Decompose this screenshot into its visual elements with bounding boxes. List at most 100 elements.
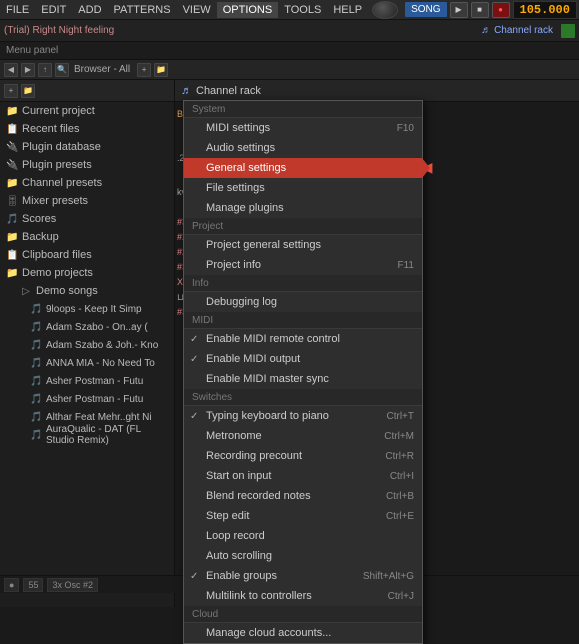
track3-icon: 🎵 (30, 340, 42, 351)
list-icon: 📋 (6, 124, 18, 135)
menu-item-debugging-log[interactable]: Debugging log (184, 292, 422, 312)
channel-rack-icon[interactable] (561, 24, 575, 38)
menu-item-loop-record[interactable]: Loop record (184, 526, 422, 546)
menu-item-enable-groups[interactable]: ✓ Enable groups Shift+Alt+G (184, 566, 422, 586)
sidebar: + 📁 📁 Current project 📋 Recent files 🔌 P… (0, 80, 175, 607)
menu-file[interactable]: FILE (0, 2, 35, 18)
back-btn[interactable]: ◀ (4, 63, 18, 77)
menu-item-typing-keyboard[interactable]: ✓ Typing keyboard to piano Ctrl+T (184, 406, 422, 426)
options-dropdown-menu: System MIDI settings F10 Audio settings … (183, 100, 423, 644)
menu-item-manage-cloud-accounts[interactable]: Manage cloud accounts... (184, 623, 422, 643)
demo-songs-icon: ▷ (20, 286, 32, 297)
track1-icon: 🎵 (30, 304, 42, 315)
add-folder-btn[interactable]: + (137, 63, 151, 77)
track7-icon: 🎵 (30, 412, 42, 423)
menu-item-manage-plugins[interactable]: Manage plugins (184, 198, 422, 218)
menu-options[interactable]: OPTIONS (217, 2, 279, 18)
sidebar-item-plugin-database[interactable]: 🔌 Plugin database (0, 138, 174, 156)
sidebar-folder-btn[interactable]: 📁 (21, 84, 35, 98)
menu-tools[interactable]: TOOLS (278, 2, 327, 18)
menu-section-midi: MIDI (184, 312, 422, 329)
menu-item-project-info[interactable]: Project info F11 (184, 255, 422, 275)
sidebar-item-plugin-presets[interactable]: 🔌 Plugin presets (0, 156, 174, 174)
main-layout: + 📁 📁 Current project 📋 Recent files 🔌 P… (0, 80, 579, 607)
menu-item-general-settings[interactable]: General settings ◄ (184, 158, 422, 178)
track5-icon: 🎵 (30, 376, 42, 387)
channel-icon: 📁 (6, 178, 18, 189)
sidebar-item-demo-projects[interactable]: 📁 Demo projects (0, 264, 174, 282)
folder-icon: 📁 (6, 106, 18, 117)
menu-item-metronome[interactable]: Metronome Ctrl+M (184, 426, 422, 446)
sidebar-item-current-project[interactable]: 📁 Current project (0, 102, 174, 120)
menu-item-multilink[interactable]: Multilink to controllers Ctrl+J (184, 586, 422, 606)
plugin2-icon: 🔌 (6, 160, 18, 171)
menu-item-recording-precount[interactable]: Recording precount Ctrl+R (184, 446, 422, 466)
backup-icon: 📁 (6, 232, 18, 243)
channel-rack-title: Channel rack (196, 85, 261, 97)
menu-add[interactable]: ADD (72, 2, 107, 18)
channel-rack-far: ♬ Channel rack (481, 25, 553, 36)
trial-label: (Trial) Right Night feeling (4, 25, 114, 36)
sidebar-item-adam-szabo1[interactable]: 🎵 Adam Szabo - On..ay ( (0, 318, 174, 336)
menu-item-start-on-input[interactable]: Start on input Ctrl+I (184, 466, 422, 486)
sidebar-add-btn[interactable]: + (4, 84, 18, 98)
menu-patterns[interactable]: PATTERNS (108, 2, 177, 18)
status-count: 55 (23, 578, 43, 592)
forward-btn[interactable]: ▶ (21, 63, 35, 77)
sidebar-item-aura[interactable]: 🎵 AuraQualic - DAT (FL Studio Remix) (0, 426, 174, 444)
sidebar-item-adam-szabo2[interactable]: 🎵 Adam Szabo & Joh.- Kno (0, 336, 174, 354)
menu-item-project-general[interactable]: Project general settings (184, 235, 422, 255)
sidebar-item-asher2[interactable]: 🎵 Asher Postman - Futu (0, 390, 174, 408)
track4-icon: 🎵 (30, 358, 42, 369)
sidebar-item-anna-mia[interactable]: 🎵 ANNA MIA - No Need To (0, 354, 174, 372)
menu-item-step-edit[interactable]: Step edit Ctrl+E (184, 506, 422, 526)
song-mode-btn[interactable]: SONG (405, 2, 446, 17)
menu-section-cloud: Cloud (184, 606, 422, 623)
sidebar-toolbar: + 📁 (0, 80, 174, 102)
sidebar-item-demo-songs[interactable]: ▷ Demo songs (0, 282, 174, 300)
browser-bar: ◀ ▶ ↑ 🔍 Browser - All + 📁 (0, 60, 579, 80)
red-arrow-indicator: ◄ (418, 158, 436, 179)
menu-section-system: System (184, 101, 422, 118)
menu-help[interactable]: HELP (327, 2, 368, 18)
sidebar-item-mixer-presets[interactable]: 🎚 Mixer presets (0, 192, 174, 210)
play-btn[interactable]: ▶ (450, 2, 468, 18)
menu-item-enable-midi-output[interactable]: ✓ Enable MIDI output (184, 349, 422, 369)
sidebar-item-scores[interactable]: 🎵 Scores (0, 210, 174, 228)
folder-btn[interactable]: 📁 (154, 63, 168, 77)
menu-item-blend-recorded[interactable]: Blend recorded notes Ctrl+B (184, 486, 422, 506)
channel-rack-header: ♬ Channel rack (175, 80, 579, 102)
stop-btn[interactable]: ■ (471, 2, 489, 18)
menu-item-file-settings[interactable]: File settings (184, 178, 422, 198)
score-icon: 🎵 (6, 214, 18, 225)
menu-view[interactable]: VIEW (177, 2, 217, 18)
menu-item-audio-settings[interactable]: Audio settings (184, 138, 422, 158)
sidebar-item-recent-files[interactable]: 📋 Recent files (0, 120, 174, 138)
menu-item-enable-midi-master-sync[interactable]: Enable MIDI master sync (184, 369, 422, 389)
panel-label: Menu panel (6, 45, 58, 56)
sidebar-item-clipboard[interactable]: 📋 Clipboard files (0, 246, 174, 264)
menu-section-switches: Switches (184, 389, 422, 406)
sidebar-item-asher1[interactable]: 🎵 Asher Postman - Futu (0, 372, 174, 390)
master-volume-knob[interactable] (372, 1, 398, 19)
check-typing-kb: ✓ (190, 411, 198, 422)
menu-items: FILE EDIT ADD PATTERNS VIEW OPTIONS TOOL… (0, 2, 368, 18)
check-groups: ✓ (190, 571, 198, 582)
up-btn[interactable]: ↑ (38, 63, 52, 77)
check-midi-remote: ✓ (190, 334, 198, 345)
sidebar-item-9loops[interactable]: 🎵 9loops - Keep It Simp (0, 300, 174, 318)
search-icon[interactable]: 🔍 (55, 63, 69, 77)
record-btn[interactable]: ● (492, 2, 510, 18)
menubar: FILE EDIT ADD PATTERNS VIEW OPTIONS TOOL… (0, 0, 579, 20)
demo-folder-icon: 📁 (6, 268, 18, 279)
sidebar-item-channel-presets[interactable]: 📁 Channel presets (0, 174, 174, 192)
status-instrument: 3x Osc #2 (47, 578, 98, 592)
menu-item-midi-settings[interactable]: MIDI settings F10 (184, 118, 422, 138)
tempo-display[interactable]: 105.000 (513, 1, 577, 19)
clipboard-icon: 📋 (6, 250, 18, 261)
sidebar-item-backup[interactable]: 📁 Backup (0, 228, 174, 246)
check-midi-output: ✓ (190, 354, 198, 365)
menu-item-auto-scrolling[interactable]: Auto scrolling (184, 546, 422, 566)
menu-edit[interactable]: EDIT (35, 2, 72, 18)
menu-item-enable-midi-remote[interactable]: ✓ Enable MIDI remote control (184, 329, 422, 349)
